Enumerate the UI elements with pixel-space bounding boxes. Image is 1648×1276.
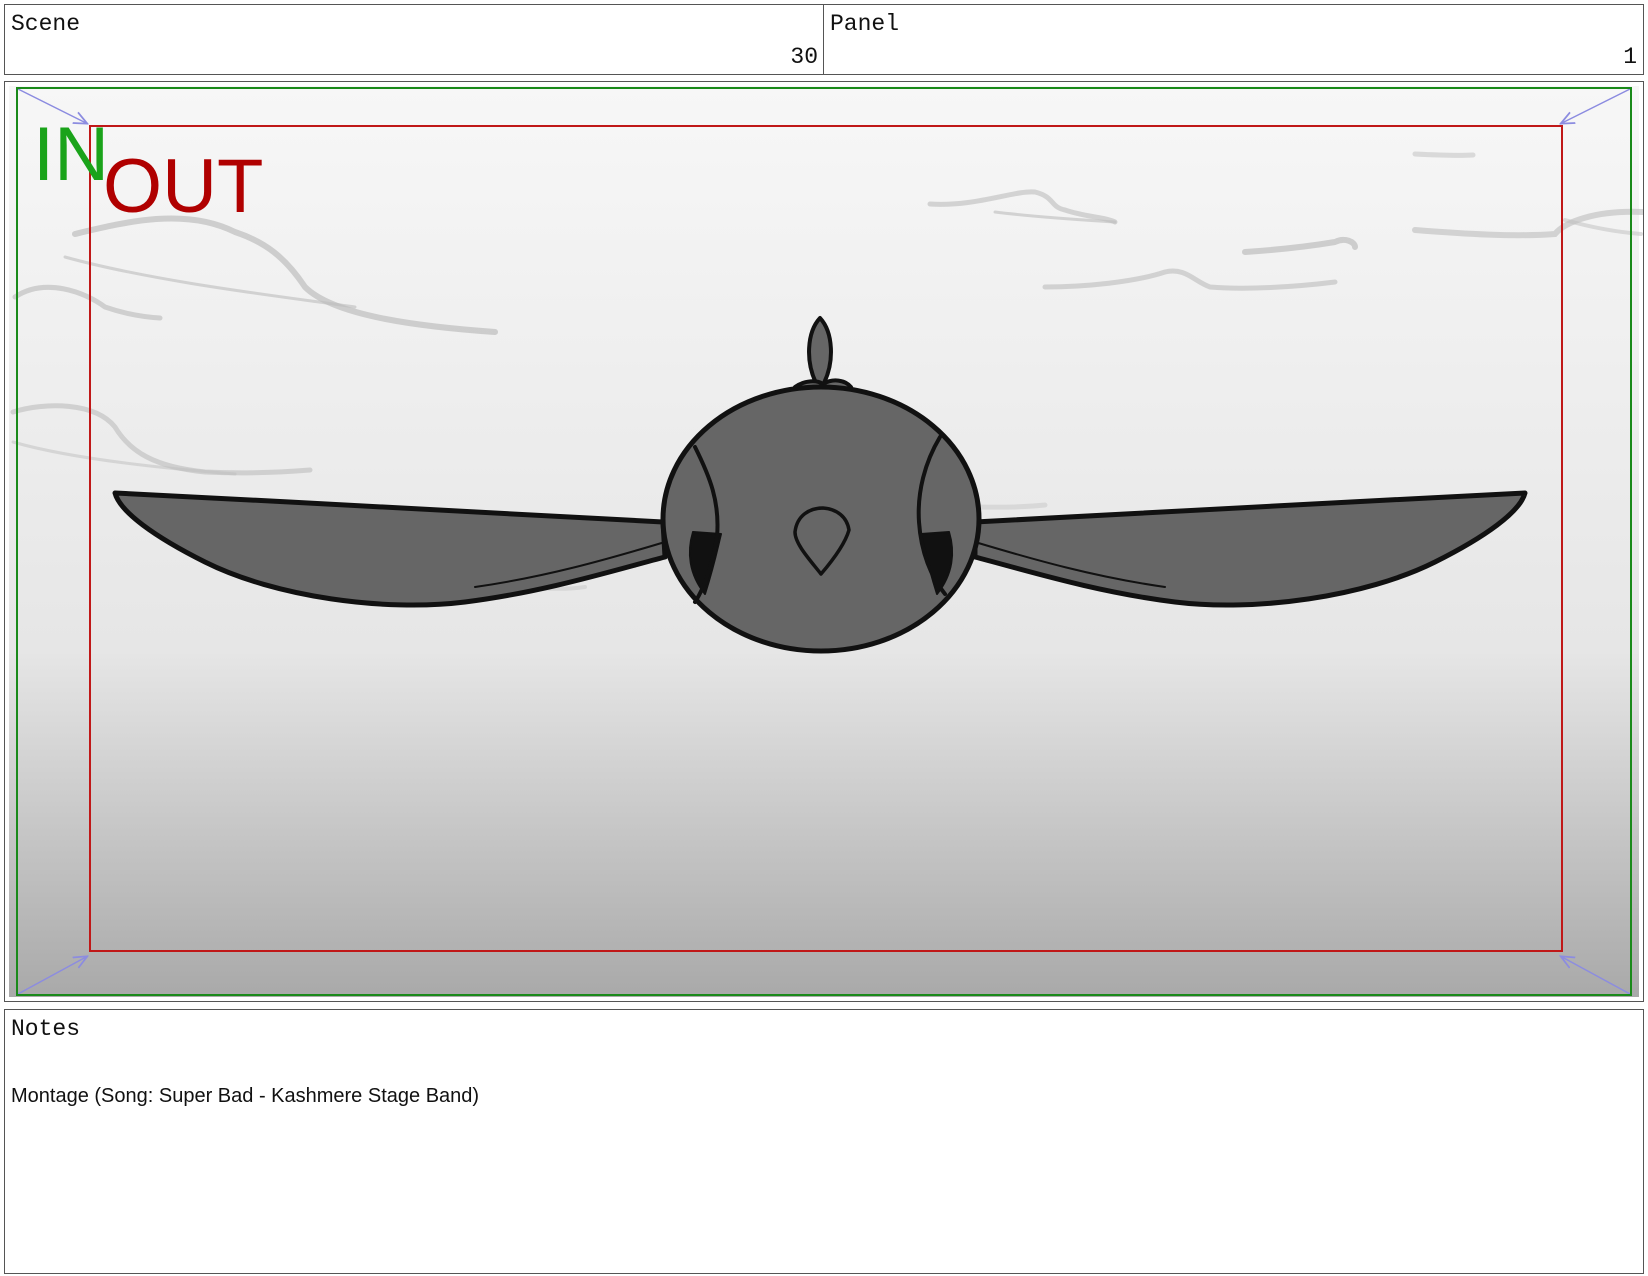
notes-field: Notes Montage (Song: Super Bad - Kashmer… — [4, 1009, 1644, 1274]
frame-canvas: IN OUT — [9, 86, 1646, 997]
out-label: OUT — [103, 144, 263, 229]
panel-number: 1 — [1623, 44, 1637, 70]
head-tuft — [807, 316, 833, 387]
notes-text: Montage (Song: Super Bad - Kashmere Stag… — [11, 1085, 480, 1107]
storyboard-frame: IN OUT — [4, 81, 1646, 1002]
scene-number: 30 — [790, 44, 818, 70]
panel-field: Panel 1 — [823, 4, 1644, 75]
notes-label: Notes — [11, 1016, 81, 1042]
in-label: IN — [33, 112, 109, 197]
scene-field: Scene 30 — [4, 4, 825, 75]
panel-label: Panel — [830, 11, 900, 37]
scene-label: Scene — [11, 11, 81, 37]
